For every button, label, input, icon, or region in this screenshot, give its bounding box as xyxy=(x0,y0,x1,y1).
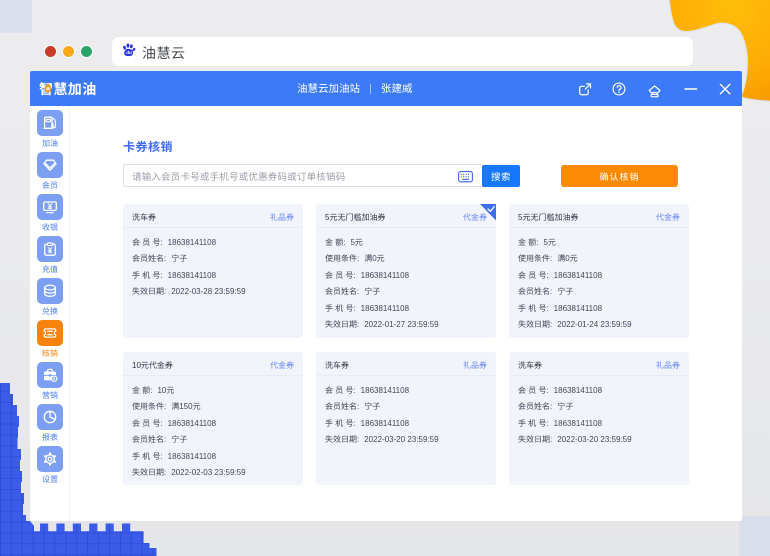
svg-text:du: du xyxy=(126,50,132,55)
